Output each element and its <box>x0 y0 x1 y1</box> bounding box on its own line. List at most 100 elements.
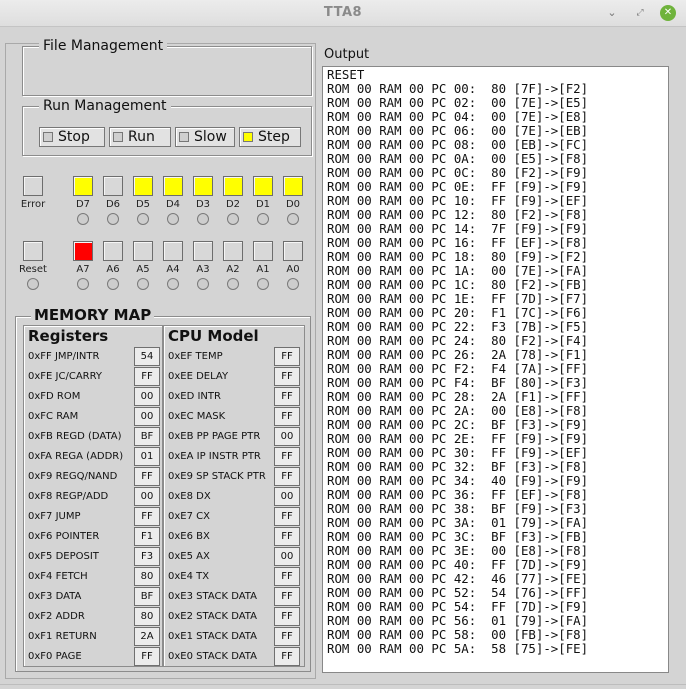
output-console[interactable]: RESET ROM 00 RAM 00 PC 00: 80 [7F]->[F2] R… <box>322 66 669 673</box>
bit-a2-indicator[interactable] <box>223 241 243 261</box>
error-button[interactable] <box>23 176 43 196</box>
close-icon[interactable]: ✕ <box>660 5 676 21</box>
register-value-box[interactable]: F1 <box>134 527 160 546</box>
memory-row: 0xF8 REGP/ADD 00 <box>28 487 162 507</box>
bit-a4-led <box>167 278 179 290</box>
bit-a3-led <box>197 278 209 290</box>
bit-a4-indicator[interactable] <box>163 241 183 261</box>
bit-a7-indicator[interactable] <box>73 241 93 261</box>
register-value-box[interactable]: 00 <box>134 407 160 426</box>
cpu-model-title: CPU Model <box>168 327 259 345</box>
memory-row: 0xF3 DATA BF <box>28 587 162 607</box>
output-line: ROM 00 RAM 00 PC 22: F3 [7B]->[F5] <box>327 319 589 334</box>
register-value-box[interactable]: FF <box>274 387 300 406</box>
register-value-box[interactable]: FF <box>134 507 160 526</box>
register-value-box[interactable]: FF <box>274 347 300 366</box>
register-name: 0xEB PP PAGE PTR <box>168 431 261 442</box>
register-value-box[interactable]: BF <box>134 587 160 606</box>
memory-row: 0xE6 BX FF <box>168 527 302 547</box>
run-button-slow[interactable]: Slow <box>175 127 235 147</box>
register-value-box[interactable]: 80 <box>134 567 160 586</box>
run-button-stop[interactable]: Stop <box>39 127 105 147</box>
register-value-box[interactable]: 00 <box>134 487 160 506</box>
register-value-box[interactable]: FF <box>274 527 300 546</box>
register-value-box[interactable]: 2A <box>134 627 160 646</box>
run-management-group: Run Management Stop Run Slow Step <box>22 98 312 156</box>
register-value-box[interactable]: FF <box>274 467 300 486</box>
register-name: 0xED INTR <box>168 391 221 402</box>
output-line: ROM 00 RAM 00 PC 2C: BF [F3]->[F9] <box>327 417 589 432</box>
bit-a0-led <box>287 278 299 290</box>
register-value-box[interactable]: FF <box>274 647 300 666</box>
output-line: ROM 00 RAM 00 PC 00: 80 [7F]->[F2] <box>327 81 589 96</box>
register-name: 0xF5 DEPOSIT <box>28 551 99 562</box>
bit-d3-indicator[interactable] <box>193 176 213 196</box>
register-name: 0xE0 STACK DATA <box>168 651 257 662</box>
bit-d1-indicator[interactable] <box>253 176 273 196</box>
register-value-box[interactable]: FF <box>274 607 300 626</box>
memory-row: 0xFC RAM 00 <box>28 407 162 427</box>
output-line: ROM 00 RAM 00 PC 32: BF [F3]->[F8] <box>327 459 589 474</box>
register-value-box[interactable]: 80 <box>134 607 160 626</box>
output-line: ROM 00 RAM 00 PC 0A: 00 [E5]->[F8] <box>327 151 589 166</box>
register-value-box[interactable]: FF <box>274 627 300 646</box>
run-button-run[interactable]: Run <box>109 127 171 147</box>
memory-map-title: MEMORY MAP <box>31 306 155 324</box>
output-line: ROM 00 RAM 00 PC 38: BF [F9]->[F3] <box>327 501 589 516</box>
output-line: ROM 00 RAM 00 PC 2A: 00 [E8]->[F8] <box>327 403 589 418</box>
bit-d7-indicator[interactable] <box>73 176 93 196</box>
register-value-box[interactable]: FF <box>134 367 160 386</box>
bit-label: D5 <box>135 199 151 210</box>
register-name: 0xFA REGA (ADDR) <box>28 451 124 462</box>
run-button-step[interactable]: Step <box>239 127 301 147</box>
output-line: ROM 00 RAM 00 PC F4: BF [80]->[F3] <box>327 375 589 390</box>
register-value-box[interactable]: 00 <box>274 427 300 446</box>
register-value-box[interactable]: F3 <box>134 547 160 566</box>
output-line: ROM 00 RAM 00 PC 52: 54 [76]->[FF] <box>327 585 589 600</box>
output-line: ROM 00 RAM 00 PC 40: FF [7D]->[F9] <box>327 557 589 572</box>
output-line: ROM 00 RAM 00 PC 10: FF [F9]->[EF] <box>327 193 589 208</box>
bit-a1-indicator[interactable] <box>253 241 273 261</box>
register-value-box[interactable]: FF <box>274 587 300 606</box>
bit-a0-indicator[interactable] <box>283 241 303 261</box>
register-value-box[interactable]: FF <box>274 367 300 386</box>
minimize-icon[interactable]: ⌄ <box>604 5 620 21</box>
memory-row: 0xF9 REGQ/NAND FF <box>28 467 162 487</box>
register-name: 0xF8 REGP/ADD <box>28 491 109 502</box>
register-value-box[interactable]: FF <box>134 467 160 486</box>
memory-row: 0xEC MASK FF <box>168 407 302 427</box>
register-name: 0xE1 STACK DATA <box>168 631 257 642</box>
register-value-box[interactable]: FF <box>274 567 300 586</box>
run-management-title: Run Management <box>39 98 171 114</box>
reset-button[interactable] <box>23 241 43 261</box>
register-name: 0xF2 ADDR <box>28 611 85 622</box>
register-value-box[interactable]: BF <box>134 427 160 446</box>
checkbox-icon <box>113 132 123 142</box>
bit-d2-indicator[interactable] <box>223 176 243 196</box>
bit-d5-indicator[interactable] <box>133 176 153 196</box>
register-value-box[interactable]: FF <box>134 647 160 666</box>
bit-a5-indicator[interactable] <box>133 241 153 261</box>
memory-row: 0xE2 STACK DATA FF <box>168 607 302 627</box>
bit-d4-indicator[interactable] <box>163 176 183 196</box>
bit-a6-indicator[interactable] <box>103 241 123 261</box>
bit-d6-indicator[interactable] <box>103 176 123 196</box>
bit-d0-indicator[interactable] <box>283 176 303 196</box>
bit-a3-indicator[interactable] <box>193 241 213 261</box>
register-name: 0xF1 RETURN <box>28 631 97 642</box>
bit-label: D1 <box>255 199 271 210</box>
register-value-box[interactable]: 54 <box>134 347 160 366</box>
register-value-box[interactable]: 00 <box>134 387 160 406</box>
output-line: ROM 00 RAM 00 PC 04: 00 [7E]->[E8] <box>327 109 589 124</box>
maximize-icon[interactable]: ⤢ <box>632 5 648 21</box>
register-value-box[interactable]: 00 <box>274 487 300 506</box>
register-value-box[interactable]: FF <box>274 507 300 526</box>
register-value-box[interactable]: 00 <box>274 547 300 566</box>
register-value-box[interactable]: 01 <box>134 447 160 466</box>
memory-row: 0xE4 TX FF <box>168 567 302 587</box>
register-name: 0xFD ROM <box>28 391 81 402</box>
bit-a6-led <box>107 278 119 290</box>
bit-a2-led <box>227 278 239 290</box>
register-value-box[interactable]: FF <box>274 447 300 466</box>
register-value-box[interactable]: FF <box>274 407 300 426</box>
